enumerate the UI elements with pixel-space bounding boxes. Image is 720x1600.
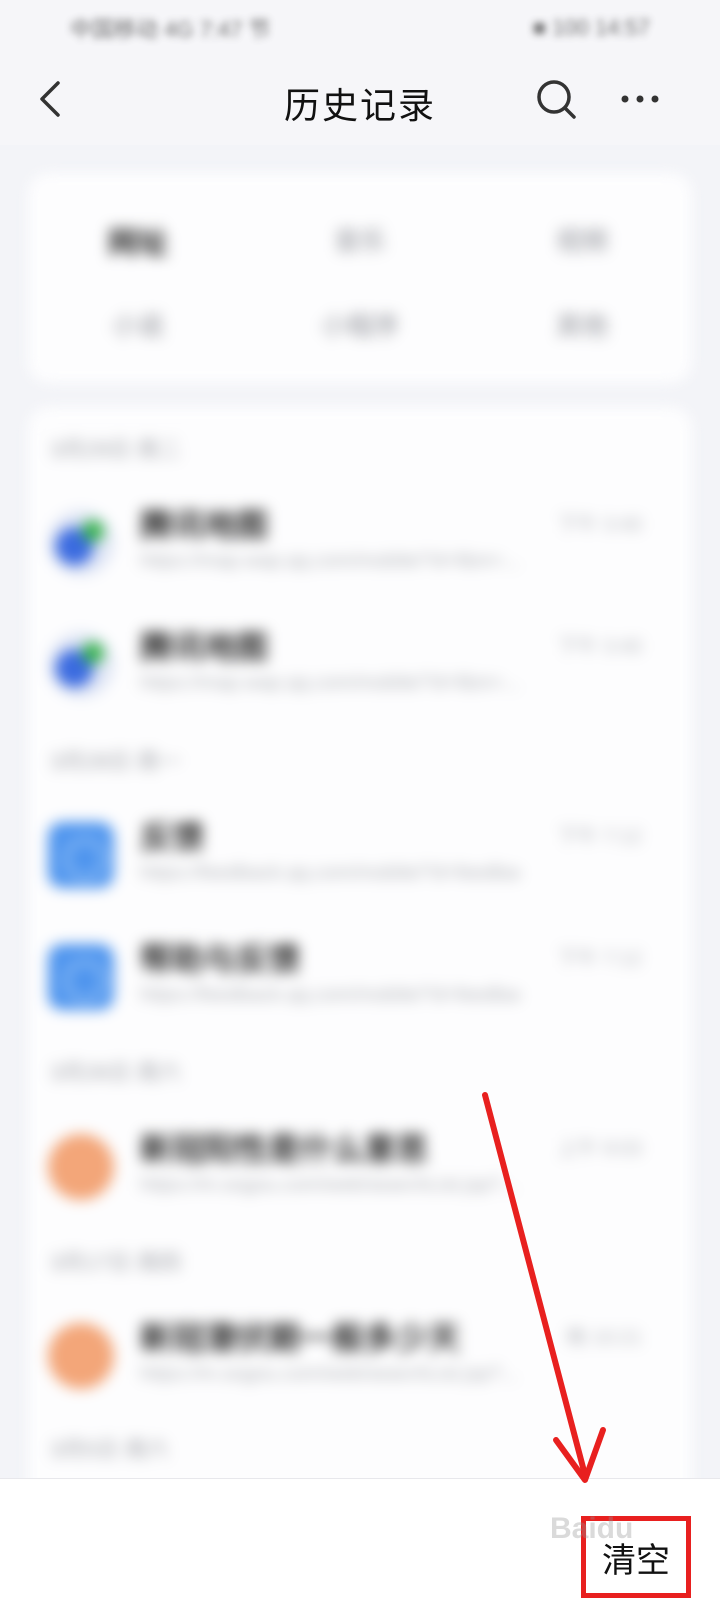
group-label: 3月28日 周一 xyxy=(50,749,181,774)
item-url: https://m.sogou.com/web/searchList.jsp?.… xyxy=(140,1174,518,1196)
filter-card: 网址 音乐 视频 小说 小程序 其他 xyxy=(28,173,692,383)
item-title: 新冠阳性是什么意思 xyxy=(140,1131,429,1167)
clear-button[interactable]: 清空 xyxy=(581,1516,691,1598)
history-item[interactable]: 帮助与反馈 https://feedback.qq.com/mobile/?d=… xyxy=(28,934,692,1044)
group-label: 3月5日 周六 xyxy=(50,1437,169,1462)
globe-icon xyxy=(48,944,114,1010)
header: 历史记录 xyxy=(0,55,720,145)
page-title: 历史记录 xyxy=(283,85,436,126)
group-label: 3月17日 周四 xyxy=(50,1250,181,1275)
more-button[interactable] xyxy=(616,75,664,123)
item-time: 下午 7:12 xyxy=(557,826,642,848)
filter-other[interactable]: 其他 xyxy=(472,306,692,343)
item-time: 下午 7:12 xyxy=(557,948,642,970)
item-time: 上午 9:03 xyxy=(557,1138,642,1160)
item-time: 下午 3:40 xyxy=(557,636,642,658)
history-item[interactable]: 腾讯地图 https://map.wap.qq.com/mobile/?d=f&… xyxy=(28,622,692,732)
history-item[interactable]: 新冠潜伏期一般多少天 https://m.sogou.com/web/searc… xyxy=(28,1313,692,1423)
item-time: 下午 3:40 xyxy=(557,514,642,536)
map-icon xyxy=(48,510,114,576)
status-right: ■ 100 14:57 xyxy=(532,14,650,40)
item-url: https://feedback.qq.com/mobile/?d=feedba… xyxy=(140,984,520,1006)
content-area: 网址 音乐 视频 小说 小程序 其他 3月29日 周二 腾讯地图 https:/… xyxy=(0,145,720,1507)
history-item[interactable]: 反馈 https://feedback.qq.com/mobile/?d=fee… xyxy=(28,812,692,922)
search-icon xyxy=(537,80,576,119)
history-item[interactable]: 新冠阳性是什么意思 https://m.sogou.com/web/search… xyxy=(28,1124,692,1234)
filter-novel[interactable]: 小说 xyxy=(28,306,248,343)
filter-web[interactable]: 网址 xyxy=(28,218,248,262)
item-url: https://m.sogou.com/web/searchList.jsp?.… xyxy=(140,1363,518,1385)
item-url: https://feedback.qq.com/mobile/?d=feedba… xyxy=(140,862,520,884)
group-label: 3月29日 周二 xyxy=(50,437,181,462)
filter-video[interactable]: 视频 xyxy=(472,221,692,258)
status-left: 中国移动 4G 7:47 节 xyxy=(70,16,271,42)
more-dots-icon xyxy=(621,95,659,103)
item-title: 帮助与反馈 xyxy=(140,941,301,977)
map-icon xyxy=(48,632,114,698)
item-url: https://map.wap.qq.com/mobile/?d=f&m=... xyxy=(140,550,520,572)
bottom-bar: 清空 xyxy=(0,1478,720,1600)
history-list: 3月29日 周二 腾讯地图 https://map.wap.qq.com/mob… xyxy=(28,407,692,1507)
item-time: 晚 10:21 xyxy=(566,1327,642,1349)
status-bar: 中国移动 4G 7:47 节 ■ 100 14:57 xyxy=(0,0,720,55)
sogou-icon xyxy=(48,1323,114,1389)
filter-miniapp[interactable]: 小程序 xyxy=(250,306,470,343)
item-title: 腾讯地图 xyxy=(140,507,269,543)
item-title: 新冠潜伏期一般多少天 xyxy=(140,1320,461,1356)
group-label: 3月26日 周六 xyxy=(50,1060,181,1085)
history-item[interactable]: 腾讯地图 https://map.wap.qq.com/mobile/?d=f&… xyxy=(28,500,692,610)
filter-music[interactable]: 音乐 xyxy=(250,221,470,258)
search-button[interactable] xyxy=(532,75,580,123)
item-title: 腾讯地图 xyxy=(140,629,269,665)
sogou-icon xyxy=(48,1134,114,1200)
item-url: https://map.wap.qq.com/mobile/?d=f&m=... xyxy=(140,672,520,694)
item-title: 反馈 xyxy=(140,819,205,855)
globe-icon xyxy=(48,822,114,888)
